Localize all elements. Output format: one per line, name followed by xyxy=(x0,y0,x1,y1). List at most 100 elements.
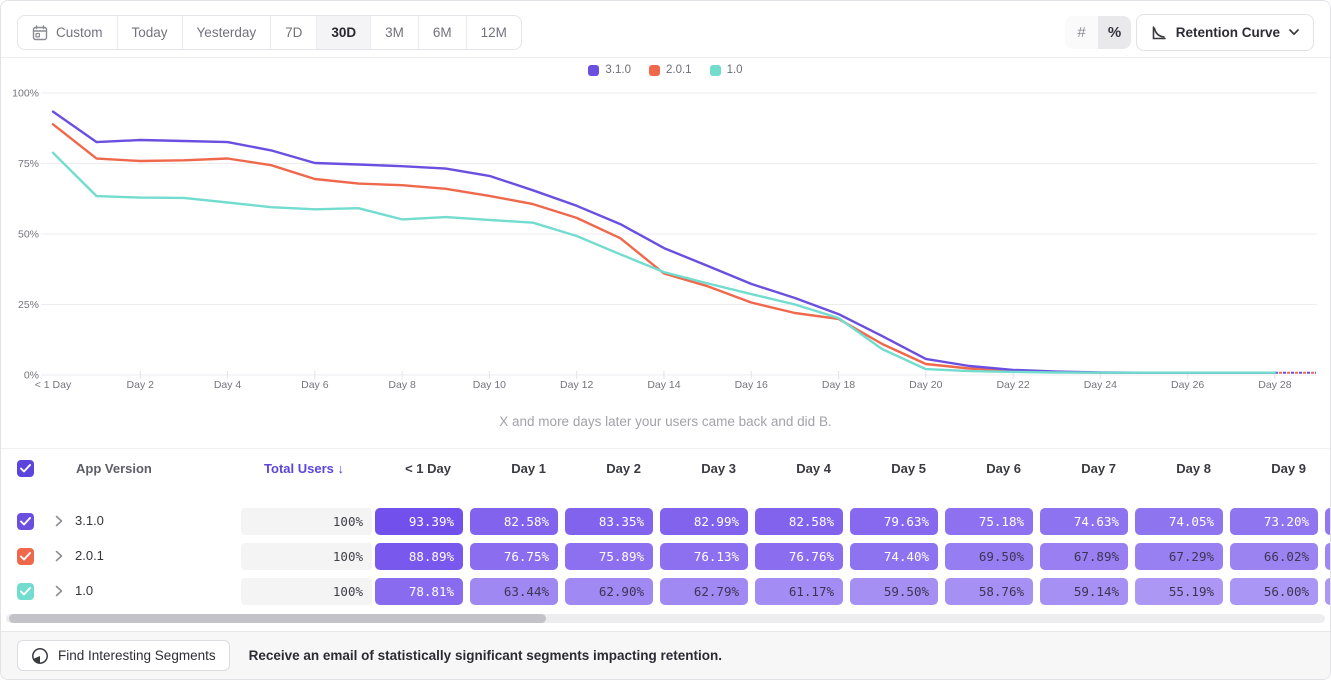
legend-item-2.0.1[interactable]: 2.0.1 xyxy=(649,64,692,76)
find-interesting-segments-button[interactable]: Find Interesting Segments xyxy=(17,640,230,671)
y-axis-label: 50% xyxy=(18,229,39,241)
x-axis-label: Day 4 xyxy=(214,379,242,391)
legend-item-3.1.0[interactable]: 3.1.0 xyxy=(588,64,631,76)
retention-line-chart: 0%25%50%75%100%< 1 DayDay 2Day 4Day 6Day… xyxy=(1,86,1331,406)
expand-chevron-icon[interactable] xyxy=(55,585,63,597)
retention-cell: 73.20% xyxy=(1230,508,1318,535)
calendar-icon xyxy=(32,25,48,41)
total-users-cell: 100% xyxy=(241,508,372,535)
legend-label: 2.0.1 xyxy=(666,64,692,76)
retention-cell: 61.17% xyxy=(755,578,843,605)
range-button-7d[interactable]: 7D xyxy=(271,16,317,49)
retention-curve-icon xyxy=(1151,25,1167,41)
scrollbar-thumb[interactable] xyxy=(9,614,546,623)
y-axis-label: 75% xyxy=(18,158,39,170)
column-header-day[interactable]: Day 9 xyxy=(1271,461,1306,476)
retention-cell: 83.35% xyxy=(565,508,653,535)
x-axis-label: Day 18 xyxy=(822,379,855,391)
retention-cell: 79.63% xyxy=(850,508,938,535)
chart-caption: X and more days later your users came ba… xyxy=(1,414,1330,429)
retention-cell: 59.14% xyxy=(1040,578,1128,605)
app-version-label: 2.0.1 xyxy=(75,548,104,563)
x-axis-label: < 1 Day xyxy=(35,379,72,391)
column-header-day[interactable]: Day 8 xyxy=(1176,461,1211,476)
app-version-label: 1.0 xyxy=(75,583,93,598)
column-header-day[interactable]: Day 3 xyxy=(701,461,736,476)
legend-swatch xyxy=(649,65,660,76)
x-axis-label: Day 16 xyxy=(735,379,768,391)
x-axis-label: Day 26 xyxy=(1171,379,1204,391)
retention-cell: 62.90% xyxy=(565,578,653,605)
x-axis-label: Day 10 xyxy=(473,379,506,391)
legend-item-1.0[interactable]: 1.0 xyxy=(710,64,743,76)
range-button-12m[interactable]: 12M xyxy=(467,16,521,49)
table-row-1.0: 1.0100%78.81%63.44%62.90%62.79%61.17%59.… xyxy=(1,574,1330,609)
retention-cell: 63.44% xyxy=(470,578,558,605)
range-button-today[interactable]: Today xyxy=(118,16,183,49)
retention-cell: 93.39% xyxy=(375,508,463,535)
x-axis-label: Day 6 xyxy=(301,379,329,391)
x-axis-label: Day 8 xyxy=(388,379,416,391)
clipped-cell xyxy=(1325,578,1331,605)
column-header-total-users[interactable]: Total Users ↓ xyxy=(264,461,344,476)
retention-cell: 75.89% xyxy=(565,543,653,570)
y-axis-label: 100% xyxy=(12,88,39,100)
range-button-6m[interactable]: 6M xyxy=(419,16,467,49)
date-range-group: CustomToday Yesterday 7D 30D 3M 6M 12M xyxy=(17,15,522,50)
sort-descending-icon: ↓ xyxy=(338,461,345,476)
column-header-day[interactable]: Day 7 xyxy=(1081,461,1116,476)
column-header-day[interactable]: Day 1 xyxy=(511,461,546,476)
retention-cell: 76.76% xyxy=(755,543,843,570)
range-button-3m[interactable]: 3M xyxy=(371,16,419,49)
retention-cell: 67.29% xyxy=(1135,543,1223,570)
retention-cell: 82.58% xyxy=(470,508,558,535)
row-checkbox[interactable] xyxy=(17,513,34,530)
column-header-day[interactable]: Day 2 xyxy=(606,461,641,476)
segments-button-label: Find Interesting Segments xyxy=(58,648,216,663)
x-axis-label: Day 24 xyxy=(1084,379,1117,391)
select-all-checkbox[interactable] xyxy=(17,460,34,477)
total-users-cell: 100% xyxy=(241,543,372,570)
retention-cell: 82.58% xyxy=(755,508,843,535)
x-axis-label: Day 14 xyxy=(647,379,680,391)
x-axis-label: Day 20 xyxy=(909,379,942,391)
range-button-label: 3M xyxy=(385,25,404,40)
clipped-cell xyxy=(1325,508,1331,535)
range-button-label: 30D xyxy=(331,25,356,40)
x-axis-label: Day 12 xyxy=(560,379,593,391)
range-button-label: 12M xyxy=(481,25,507,40)
y-axis-label: 25% xyxy=(18,299,39,311)
retention-cell: 67.89% xyxy=(1040,543,1128,570)
segments-icon xyxy=(31,647,49,665)
table-row-3.1.0: 3.1.0100%93.39%82.58%83.35%82.99%82.58%7… xyxy=(1,504,1330,539)
retention-cell: 62.79% xyxy=(660,578,748,605)
column-header-day[interactable]: < 1 Day xyxy=(405,461,451,476)
mode-button-absolute-numbers[interactable]: # xyxy=(1065,16,1098,49)
retention-cell: 66.02% xyxy=(1230,543,1318,570)
retention-table: App Version Total Users ↓ < 1 Day Day 1 Day … xyxy=(1,448,1330,614)
retention-cell: 74.40% xyxy=(850,543,938,570)
column-header-day[interactable]: Day 4 xyxy=(796,461,831,476)
footer-message: Receive an email of statistically signif… xyxy=(249,648,722,663)
series-line-3.1.0 xyxy=(53,112,1275,373)
chart-type-dropdown[interactable]: Retention Curve xyxy=(1136,14,1314,51)
range-button-yesterday[interactable]: Yesterday xyxy=(183,16,272,49)
expand-chevron-icon[interactable] xyxy=(55,550,63,562)
column-header-day[interactable]: Day 6 xyxy=(986,461,1021,476)
retention-cell: 88.89% xyxy=(375,543,463,570)
expand-chevron-icon[interactable] xyxy=(55,515,63,527)
range-button-label: Yesterday xyxy=(197,25,257,40)
legend-swatch xyxy=(710,65,721,76)
row-checkbox[interactable] xyxy=(17,548,34,565)
range-button-custom[interactable]: Custom xyxy=(18,16,118,49)
retention-cell: 76.13% xyxy=(660,543,748,570)
retention-cell: 82.99% xyxy=(660,508,748,535)
x-axis-label: Day 2 xyxy=(127,379,155,391)
mode-button-percentages[interactable]: % xyxy=(1098,16,1131,49)
range-button-30d[interactable]: 30D xyxy=(317,16,371,49)
retention-cell: 58.76% xyxy=(945,578,1033,605)
retention-cell: 55.19% xyxy=(1135,578,1223,605)
column-header-app-version[interactable]: App Version xyxy=(76,461,152,476)
column-header-day[interactable]: Day 5 xyxy=(891,461,926,476)
row-checkbox[interactable] xyxy=(17,583,34,600)
